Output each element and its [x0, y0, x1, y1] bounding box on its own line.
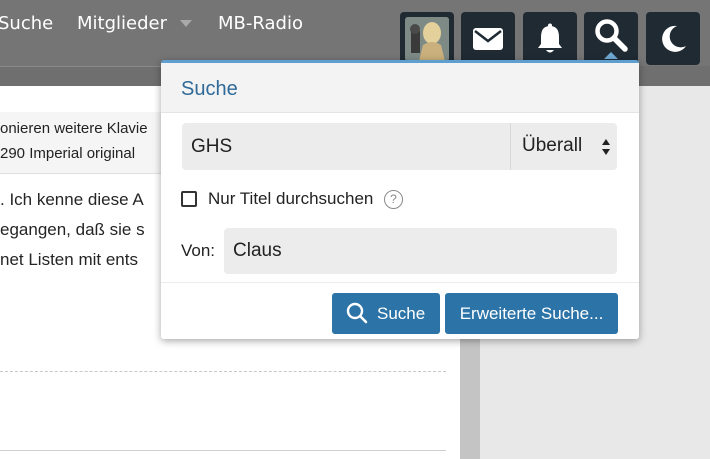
title-only-label[interactable]: Nur Titel durchsuchen: [208, 189, 373, 209]
search-input[interactable]: [182, 123, 510, 170]
bell-icon: [538, 23, 562, 52]
popup-header: Suche: [161, 63, 639, 113]
scope-select[interactable]: Überall: [510, 123, 617, 170]
search-button-label: Suche: [377, 304, 426, 323]
top-navigation: Suche Mitglieder MB-Radio: [0, 0, 710, 66]
divider: [0, 450, 446, 451]
nav-item-mitglieder[interactable]: Mitglieder: [77, 12, 167, 36]
envelope-icon: [473, 27, 503, 50]
title-only-checkbox[interactable]: [181, 191, 197, 207]
search-icon: [346, 302, 368, 324]
moon-icon: [662, 25, 686, 52]
post-text-line: net Listen mit ents: [0, 250, 138, 269]
avatar: [405, 17, 449, 61]
nav-item-suche[interactable]: Suche: [0, 12, 53, 36]
theme-toggle-button[interactable]: [646, 12, 700, 65]
search-field-group: Überall: [182, 123, 617, 170]
snippet-line: 290 Imperial original: [0, 145, 136, 162]
avatar-button[interactable]: [400, 12, 454, 65]
search-button[interactable]: Suche: [332, 293, 440, 334]
advanced-search-button[interactable]: Erweiterte Suche...: [445, 293, 618, 334]
search-toggle-button[interactable]: [584, 12, 638, 65]
messages-button[interactable]: [461, 12, 515, 65]
divider: [0, 371, 446, 372]
member-field[interactable]: [224, 228, 617, 274]
nav-item-mb-radio[interactable]: MB-Radio: [218, 12, 303, 36]
select-arrows-icon: [602, 139, 610, 155]
from-label: Von:: [181, 241, 216, 260]
search-popup: Suche Überall Nur Titel durchsuchen ? Vo…: [161, 60, 639, 339]
post-text-line: egangen, daß sie s: [0, 220, 145, 239]
popup-title: Suche: [181, 78, 238, 100]
popup-footer: Suche Erweiterte Suche...: [161, 282, 639, 339]
snippet-line: onieren weitere Klavie: [0, 120, 148, 137]
search-icon: [595, 19, 628, 53]
chevron-down-icon[interactable]: [180, 20, 192, 27]
scope-selected-value: Überall: [522, 135, 583, 156]
alerts-button[interactable]: [523, 12, 577, 65]
help-icon[interactable]: ?: [384, 190, 403, 209]
post-text-line: . Ich kenne diese A: [0, 190, 144, 209]
